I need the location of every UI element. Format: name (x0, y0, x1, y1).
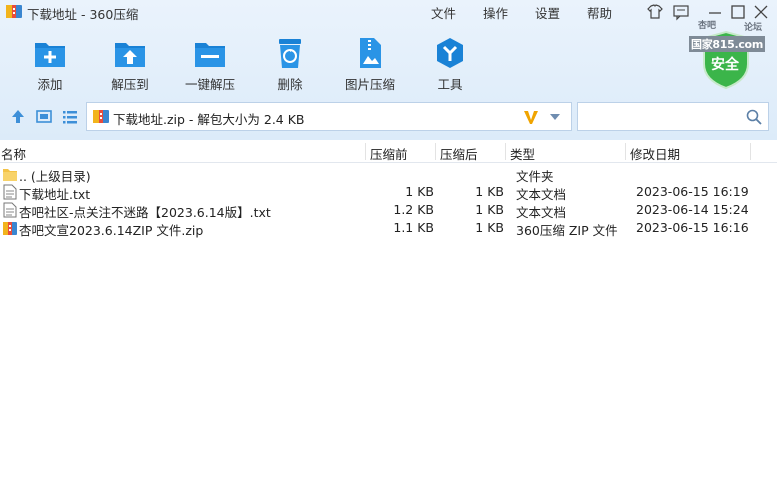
one-click-extract-label: 一键解压 (184, 77, 235, 92)
file-after: 1 KB (475, 184, 504, 199)
title-bar: 下载地址 - 360压缩 文件 操作 设置 帮助 (0, 0, 777, 24)
column-type[interactable]: 类型 (510, 144, 535, 163)
shirt-skin-icon[interactable] (645, 3, 665, 21)
zip-file-icon (3, 222, 17, 235)
table-row[interactable]: .. (上级目录) 文件夹 (0, 165, 760, 184)
column-divider[interactable] (505, 143, 506, 160)
search-input[interactable] (582, 107, 742, 127)
file-name: 杏吧文宣2023.6.14ZIP 文件.zip (19, 223, 204, 238)
file-modified: 2023-06-15 16:19 (636, 184, 749, 199)
zip-archive-icon (93, 110, 109, 123)
badge-safe-text: 安全 (711, 57, 739, 73)
column-divider[interactable] (365, 143, 366, 160)
folder-icon (3, 169, 17, 181)
extract-folder-icon (115, 43, 145, 67)
image-compress-icon (360, 38, 381, 68)
search-box[interactable] (577, 102, 769, 131)
column-before[interactable]: 压缩前 (370, 144, 408, 163)
verified-v-icon[interactable] (523, 108, 539, 126)
table-row[interactable]: 杏吧文宣2023.6.14ZIP 文件.zip 1.1 KB 1 KB 360压… (0, 219, 760, 238)
file-before: 1.2 KB (393, 202, 434, 217)
extract-to-label: 解压到 (111, 77, 149, 92)
add-button[interactable]: 添加 (12, 36, 88, 93)
tools-icon (437, 38, 463, 68)
add-folder-icon (35, 43, 65, 67)
one-click-folder-icon (195, 43, 225, 67)
file-before: 1.1 KB (393, 220, 434, 235)
column-after[interactable]: 压缩后 (440, 144, 478, 163)
up-arrow-icon[interactable] (9, 108, 27, 126)
column-modified[interactable]: 修改日期 (630, 144, 680, 163)
security-badge: 杏吧 论坛 国家815.com 安全 (688, 18, 774, 92)
image-compress-label: 图片压缩 (344, 77, 395, 92)
delete-button[interactable]: 删除 (252, 36, 328, 93)
file-type: 360压缩 ZIP 文件 (516, 223, 618, 238)
file-before: 1 KB (405, 184, 434, 199)
text-file-icon (3, 202, 17, 218)
badge-site-top2: 论坛 (744, 23, 763, 33)
image-compress-button[interactable]: 图片压缩 (332, 36, 408, 93)
recycle-bin-icon (279, 39, 301, 68)
tools-label: 工具 (437, 77, 463, 92)
column-name[interactable]: 名称 (1, 144, 26, 163)
file-modified: 2023-06-15 16:16 (636, 220, 749, 235)
add-label: 添加 (37, 77, 63, 92)
column-divider[interactable] (750, 143, 751, 160)
badge-site-top: 杏吧 (698, 21, 717, 31)
column-divider[interactable] (435, 143, 436, 160)
menu-file[interactable]: 文件 (431, 3, 456, 22)
chevron-down-icon[interactable] (549, 113, 561, 121)
delete-label: 删除 (277, 77, 303, 92)
search-icon[interactable] (746, 109, 762, 125)
table-row[interactable]: 下载地址.txt 1 KB 1 KB 文本文档 2023-06-15 16:19 (0, 183, 760, 202)
address-text: 下载地址.zip - 解包大小为 2.4 KB (113, 112, 305, 127)
file-after: 1 KB (475, 220, 504, 235)
window-title: 下载地址 - 360压缩 (27, 7, 139, 22)
list-view-icon[interactable] (61, 108, 79, 126)
menu-help[interactable]: 帮助 (587, 3, 612, 22)
file-modified: 2023-06-14 15:24 (636, 202, 749, 217)
tools-button[interactable]: 工具 (412, 36, 488, 93)
menu-operation[interactable]: 操作 (483, 3, 508, 22)
badge-site-mid: 国家815.com (689, 36, 765, 52)
archive-app-icon (6, 5, 22, 18)
file-list-header: 名称 压缩前 压缩后 类型 修改日期 (0, 141, 777, 163)
extract-to-button[interactable]: 解压到 (92, 36, 168, 93)
column-divider[interactable] (625, 143, 626, 160)
thumbnail-view-icon[interactable] (35, 108, 53, 126)
menu-settings[interactable]: 设置 (535, 3, 560, 22)
file-after: 1 KB (475, 202, 504, 217)
one-click-extract-button[interactable]: 一键解压 (172, 36, 248, 93)
top-area: 下载地址 - 360压缩 文件 操作 设置 帮助 添加 解压到 一键解压 删除 … (0, 0, 777, 140)
address-bar[interactable]: 下载地址.zip - 解包大小为 2.4 KB (86, 102, 572, 131)
table-row[interactable]: 杏吧社区-点关注不迷路【2023.6.14版】.txt 1.2 KB 1 KB … (0, 201, 760, 220)
text-file-icon (3, 184, 17, 200)
